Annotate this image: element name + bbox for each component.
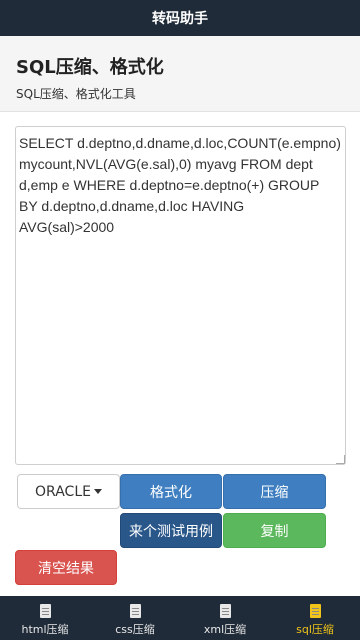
sql-input[interactable] — [15, 126, 346, 465]
tab-css[interactable]: css压缩 — [90, 596, 180, 640]
tab-label: css压缩 — [115, 623, 155, 636]
page-subtitle: SQL压缩、格式化工具 — [16, 87, 136, 101]
file-code-icon — [129, 604, 141, 618]
caret-down-icon — [93, 489, 102, 494]
sql-file-icon — [309, 604, 321, 618]
app-title: 转码助手 — [152, 11, 208, 27]
sample-button[interactable]: 来个测试用例 — [120, 513, 222, 548]
tab-label: html压缩 — [21, 623, 69, 636]
clear-button[interactable]: 清空结果 — [15, 550, 117, 585]
page-header: SQL压缩、格式化 SQL压缩、格式化工具 — [0, 36, 360, 112]
copy-button[interactable]: 复制 — [223, 513, 326, 548]
tab-xml[interactable]: xml压缩 — [180, 596, 270, 640]
tab-label: sql压缩 — [296, 623, 334, 636]
dialect-dropdown[interactable]: ORACLE — [17, 474, 120, 509]
app-title-bar: 转码助手 — [0, 0, 360, 36]
file-code-icon — [219, 604, 231, 618]
compress-button[interactable]: 压缩 — [223, 474, 326, 509]
file-code-icon — [39, 604, 51, 618]
format-button[interactable]: 格式化 — [120, 474, 222, 509]
textarea-resize-handle[interactable] — [336, 455, 345, 464]
page-title: SQL压缩、格式化 — [16, 57, 164, 78]
tab-label: xml压缩 — [203, 623, 247, 636]
bottom-tab-bar: html压缩 css压缩 xml压缩 sql压缩 — [0, 596, 360, 640]
tab-html[interactable]: html压缩 — [0, 596, 90, 640]
dialect-label: ORACLE — [35, 483, 91, 500]
tab-sql[interactable]: sql压缩 — [270, 596, 360, 640]
